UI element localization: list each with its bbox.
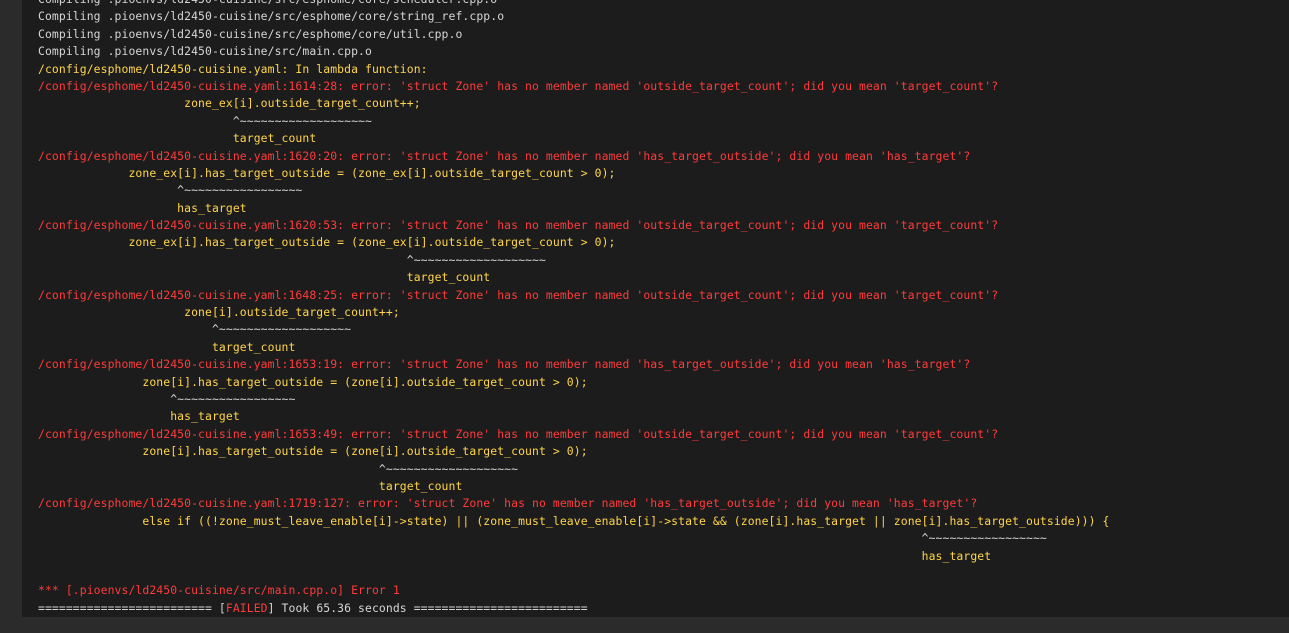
log-line: zone_ex[i].outside_target_count++; xyxy=(38,96,421,111)
log-line: zone[i].has_target_outside = (zone[i].ou… xyxy=(38,374,588,389)
log-line: zone_ex[i].has_target_outside = (zone_ex… xyxy=(38,235,616,250)
summary-separator-right: ] Took 65.36 seconds ===================… xyxy=(267,600,588,615)
log-line: /config/esphome/ld2450-cuisine.yaml:1648… xyxy=(38,287,999,302)
log-line: ^~~~~~~~~~~~~~~~~~ xyxy=(38,531,1047,546)
log-line: target_count xyxy=(38,131,317,146)
log-line: target_count xyxy=(38,478,463,493)
log-output: Compiling .pioenvs/ld2450-cuisine/src/es… xyxy=(38,0,1110,617)
summary-separator-left: ========================= [ xyxy=(38,600,226,615)
log-line: /config/esphome/ld2450-cuisine.yaml:1614… xyxy=(38,78,999,93)
log-line: /config/esphome/ld2450-cuisine.yaml:1653… xyxy=(38,426,999,441)
log-line: zone_ex[i].has_target_outside = (zone_ex… xyxy=(38,165,616,180)
log-panel[interactable]: Compiling .pioenvs/ld2450-cuisine/src/es… xyxy=(22,0,1289,617)
build-summary-line: ========================= [FAILED] Took … xyxy=(38,600,1110,617)
log-line: Compiling .pioenvs/ld2450-cuisine/src/es… xyxy=(38,9,505,24)
log-line: Compiling .pioenvs/ld2450-cuisine/src/es… xyxy=(38,0,1110,8)
log-line: *** [.pioenvs/ld2450-cuisine/src/main.cp… xyxy=(38,583,400,598)
log-line: /config/esphome/ld2450-cuisine.yaml:1653… xyxy=(38,357,971,372)
log-line: target_count xyxy=(38,270,491,285)
log-line: ^~~~~~~~~~~~~~~~~~~~ xyxy=(38,461,519,476)
log-line: /config/esphome/ld2450-cuisine.yaml: In … xyxy=(38,61,428,76)
log-line: zone[i].has_target_outside = (zone[i].ou… xyxy=(38,444,588,459)
log-line: Compiling .pioenvs/ld2450-cuisine/src/ma… xyxy=(38,44,372,59)
log-line: ^~~~~~~~~~~~~~~~~~~~ xyxy=(38,322,352,337)
log-line: zone[i].outside_target_count++; xyxy=(38,305,400,320)
log-line: /config/esphome/ld2450-cuisine.yaml:1620… xyxy=(38,218,999,233)
log-line: /config/esphome/ld2450-cuisine.yaml:1620… xyxy=(38,148,971,163)
log-line: ^~~~~~~~~~~~~~~~~~~~ xyxy=(38,252,546,267)
log-line: /config/esphome/ld2450-cuisine.yaml:1719… xyxy=(38,496,978,511)
log-line: has_target xyxy=(38,200,247,215)
failed-status: FAILED xyxy=(225,600,268,615)
log-line: else if ((!zone_must_leave_enable[i]->st… xyxy=(38,513,1110,528)
log-line: ^~~~~~~~~~~~~~~~~~ xyxy=(38,391,296,406)
log-line: Compiling .pioenvs/ld2450-cuisine/src/es… xyxy=(38,26,463,41)
log-line: target_count xyxy=(38,339,296,354)
log-line: has_target xyxy=(38,548,992,563)
log-line: has_target xyxy=(38,409,240,424)
log-line: ^~~~~~~~~~~~~~~~~~~~ xyxy=(38,113,372,128)
log-line: ^~~~~~~~~~~~~~~~~~ xyxy=(38,183,303,198)
